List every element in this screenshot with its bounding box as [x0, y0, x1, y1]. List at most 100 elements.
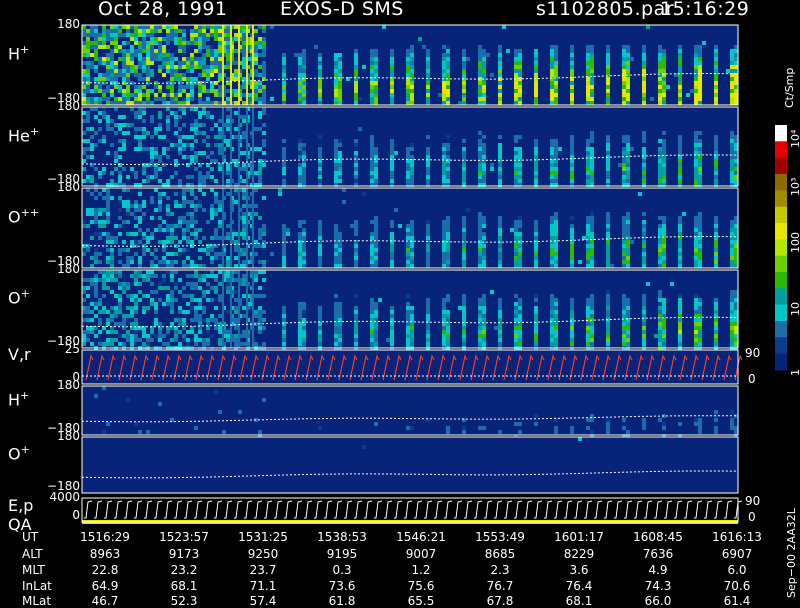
panel-6-background	[82, 437, 738, 493]
ephemeris-cell: 74.3	[644, 579, 672, 593]
panel-label-sup: +	[20, 43, 30, 56]
ephemeris-cell: 67.8	[486, 594, 514, 608]
ephemeris-cell: 8229	[563, 547, 595, 561]
colorbar-label: 10⁴	[789, 129, 800, 148]
panel-label-sup: +	[20, 388, 30, 402]
ephemeris-cell: 3.6	[569, 563, 589, 577]
ephemeris-cell: 70.6	[723, 579, 751, 593]
axis-tick-label: 180	[57, 262, 80, 276]
panel-label: He+	[8, 125, 39, 145]
ephemeris-row-label: MLat	[22, 594, 52, 608]
ephemeris-cell: 61.4	[723, 594, 751, 608]
ephemeris-cell: 66.0	[644, 594, 672, 608]
ephemeris-cell: 73.6	[328, 579, 356, 593]
axis-tick-label: 90	[745, 346, 761, 360]
ephemeris-cell: 7636	[642, 547, 674, 561]
panel-label-sup: +	[29, 124, 40, 138]
ephemeris-row-label: InLat	[22, 579, 52, 593]
ephemeris-cell: 76.7	[486, 579, 514, 593]
ephemeris-cell: 8963	[89, 547, 121, 561]
panel-label: O+	[8, 287, 30, 307]
panel-label: O++	[8, 206, 39, 226]
colorbar-title: Ct/Smp	[783, 67, 796, 108]
ephemeris-cell: 1516:29	[80, 530, 130, 544]
colorbar-segment	[775, 239, 787, 257]
ephemeris-cell: 52.3	[170, 594, 198, 608]
panel-label-base: E,p	[8, 496, 34, 515]
ephemeris-cell: 9173	[168, 547, 200, 561]
ephemeris-cell: 64.9	[91, 579, 119, 593]
axis-tick-label: 180	[57, 429, 80, 443]
ephemeris-cell: 23.2	[170, 563, 198, 577]
colorbar-segment	[775, 321, 787, 338]
ephemeris-cell: 23.7	[249, 563, 277, 577]
colorbar-label: 1	[789, 369, 800, 376]
ephemeris-cell: 9250	[247, 547, 279, 561]
panel-label: H+	[8, 43, 29, 63]
panel-label-base: O	[8, 444, 21, 464]
colorbar-segment	[775, 141, 787, 159]
panel-label: V,r	[8, 345, 31, 364]
ephemeris-cell: 1616:13	[712, 530, 762, 544]
axis-tick-label: 180	[57, 378, 80, 392]
ephemeris-cell: 1531:25	[238, 530, 288, 544]
colorbar-label: 10³	[789, 177, 800, 196]
ephemeris-cell: 1601:17	[554, 530, 604, 544]
panel-label-base: O	[8, 207, 21, 227]
axis-tick-label: 0	[748, 372, 756, 386]
ephemeris-cell: 8685	[484, 547, 516, 561]
colorbar-segment	[775, 304, 787, 322]
ephemeris-cell: 1546:21	[396, 530, 446, 544]
panel-label-base: V	[8, 345, 19, 364]
panel-label-sup: +	[20, 287, 30, 300]
ephemeris-cell: 75.6	[407, 579, 435, 593]
header-time: 15:16:29	[660, 0, 750, 20]
colorbar-segment	[775, 190, 787, 208]
footer-code: Sep−00 2AA32L	[785, 508, 798, 598]
panel-label: E,p QA	[8, 496, 33, 534]
colorbar-segment	[775, 223, 787, 240]
colorbar-segment	[775, 288, 787, 306]
ephemeris-cell: 9195	[326, 547, 358, 561]
ephemeris-cell: 1553:49	[475, 530, 525, 544]
colorbar-segment	[775, 125, 787, 142]
ephemeris-cell: 1608:45	[633, 530, 683, 544]
panel-label-sup: +	[20, 443, 30, 456]
ephemeris-row-label: ALT	[22, 547, 43, 561]
colorbar-segment	[775, 353, 787, 371]
colorbar-segment	[775, 174, 787, 191]
ephemeris-cell: 1538:53	[317, 530, 367, 544]
ephemeris-cell: 1.2	[411, 563, 431, 577]
panel-label-base: O	[8, 288, 21, 308]
ephemeris-cell: 2.3	[490, 563, 510, 577]
ephemeris-cell: 46.7	[91, 594, 119, 608]
axis-tick-label: 180	[57, 17, 80, 31]
ephemeris-cell: 4.9	[648, 563, 668, 577]
axis-tick-label: 90	[745, 494, 761, 508]
spectrogram-display: Oct 28, 1991 EXOS-D SMS s1102805.par 15:…	[0, 0, 800, 608]
panel-label-sup: ++	[20, 206, 40, 219]
ephemeris-cell: 68.1	[565, 594, 593, 608]
panel-label: H+	[8, 389, 29, 409]
axis-tick-label: 0	[72, 508, 80, 522]
colorbar-segment	[775, 255, 787, 273]
colorbar-segment	[775, 157, 787, 175]
ephemeris-row-label: UT	[22, 530, 39, 544]
header-instrument: EXOS-D SMS	[280, 0, 404, 20]
ephemeris-cell: 68.1	[170, 579, 198, 593]
ephemeris-cell: 6907	[721, 547, 753, 561]
ephemeris-cell: 65.5	[407, 594, 435, 608]
colorbar-label: 100	[789, 232, 800, 253]
axis-tick-label: 25	[64, 342, 80, 356]
panel-label-base: He	[8, 125, 30, 145]
panel-label-base: H	[8, 44, 21, 64]
axis-tick-label: 180	[57, 180, 80, 194]
ephemeris-cell: 0.3	[332, 563, 352, 577]
header-date: Oct 28, 1991	[98, 0, 228, 20]
ephemeris-cell: 22.8	[91, 563, 119, 577]
colorbar-segment	[775, 206, 787, 224]
axis-tick-label: 4000	[49, 490, 80, 504]
panel-label: O+	[8, 443, 30, 463]
ephemeris-cell: 57.4	[249, 594, 277, 608]
ephemeris-row-label: MLT	[22, 563, 45, 577]
